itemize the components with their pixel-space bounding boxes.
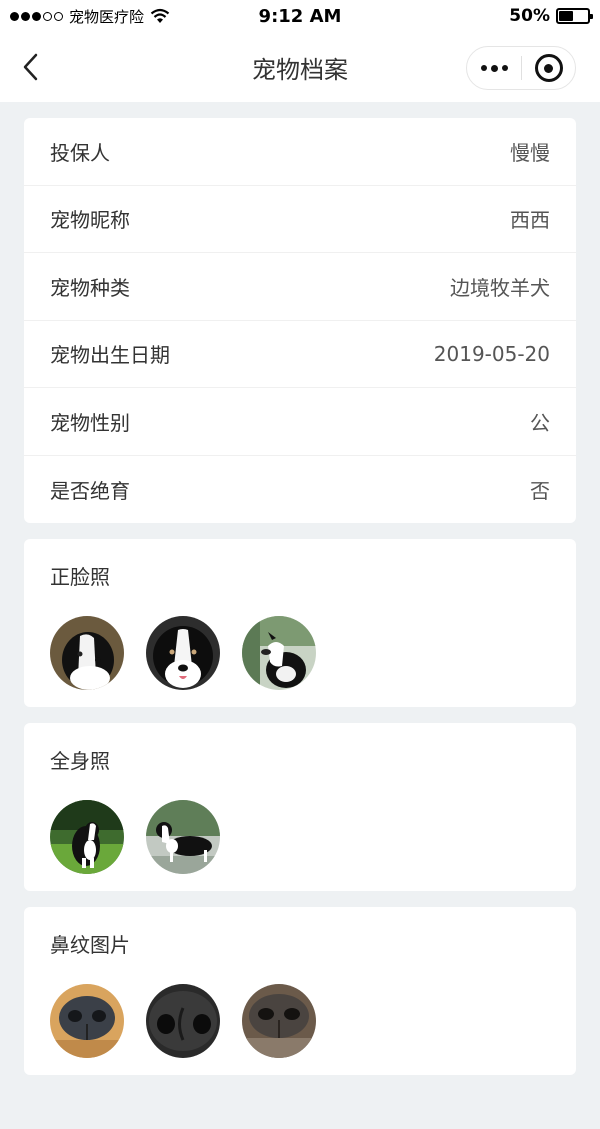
close-mini-program-button[interactable]: [522, 47, 575, 89]
wifi-icon: [150, 8, 170, 23]
row-label: 宠物出生日期: [50, 343, 170, 368]
pet-info-card: 投保人 慢慢 宠物昵称 西西 宠物种类 边境牧羊犬 宠物出生日期 2019-05…: [24, 118, 576, 523]
signal-icon: [10, 11, 63, 21]
row-value: 慢慢: [510, 140, 550, 165]
row-label: 投保人: [50, 140, 110, 165]
row-label: 宠物性别: [50, 410, 130, 435]
nose-print-photo[interactable]: [50, 984, 124, 1058]
face-photo[interactable]: [242, 616, 316, 690]
full-body-photo[interactable]: [50, 800, 124, 874]
section-title: 鼻纹图片: [50, 933, 130, 957]
photo-list: [50, 800, 550, 874]
nose-print-photo[interactable]: [242, 984, 316, 1058]
row-value: 边境牧羊犬: [450, 275, 550, 300]
more-icon[interactable]: [467, 47, 521, 89]
carrier-name: 宠物医疗险: [69, 7, 145, 26]
nav-bar: 宠物档案: [0, 32, 600, 102]
back-arrow-icon[interactable]: [18, 52, 46, 82]
page-title: 宠物档案: [252, 55, 348, 84]
info-row-birthdate: 宠物出生日期 2019-05-20: [24, 321, 576, 388]
section-title: 全身照: [50, 749, 110, 773]
info-row-breed: 宠物种类 边境牧羊犬: [24, 253, 576, 321]
status-left: 宠物医疗险: [10, 6, 170, 27]
battery-percent: 50%: [509, 6, 550, 26]
row-label: 是否绝育: [50, 478, 130, 503]
status-right: 50%: [509, 6, 593, 26]
nose-print-photo-card: 鼻纹图片: [24, 907, 576, 1075]
row-label: 宠物种类: [50, 275, 130, 300]
mini-program-capsule: [466, 46, 576, 90]
status-bar: 宠物医疗险 9:12 AM 50%: [0, 0, 600, 32]
row-value: 公: [530, 410, 550, 435]
info-row-neutered: 是否绝育 否: [24, 456, 576, 524]
face-photo[interactable]: [50, 616, 124, 690]
battery-icon: [556, 8, 593, 24]
full-body-photo[interactable]: [146, 800, 220, 874]
info-row-gender: 宠物性别 公: [24, 388, 576, 456]
info-row-nickname: 宠物昵称 西西: [24, 186, 576, 253]
nose-print-photo[interactable]: [146, 984, 220, 1058]
info-row-policyholder: 投保人 慢慢: [24, 118, 576, 186]
target-icon: [534, 54, 563, 82]
row-label: 宠物昵称: [50, 208, 130, 233]
photo-list: [50, 984, 550, 1058]
section-title: 正脸照: [50, 565, 110, 589]
row-value: 否: [530, 478, 550, 503]
photo-list: [50, 616, 550, 690]
face-photo[interactable]: [146, 616, 220, 690]
content: 投保人 慢慢 宠物昵称 西西 宠物种类 边境牧羊犬 宠物出生日期 2019-05…: [0, 102, 600, 1075]
full-body-photo-card: 全身照: [24, 723, 576, 891]
face-photo-card: 正脸照: [24, 539, 576, 707]
row-value: 2019-05-20: [433, 341, 550, 366]
row-value: 西西: [510, 208, 550, 233]
status-time: 9:12 AM: [258, 5, 342, 27]
